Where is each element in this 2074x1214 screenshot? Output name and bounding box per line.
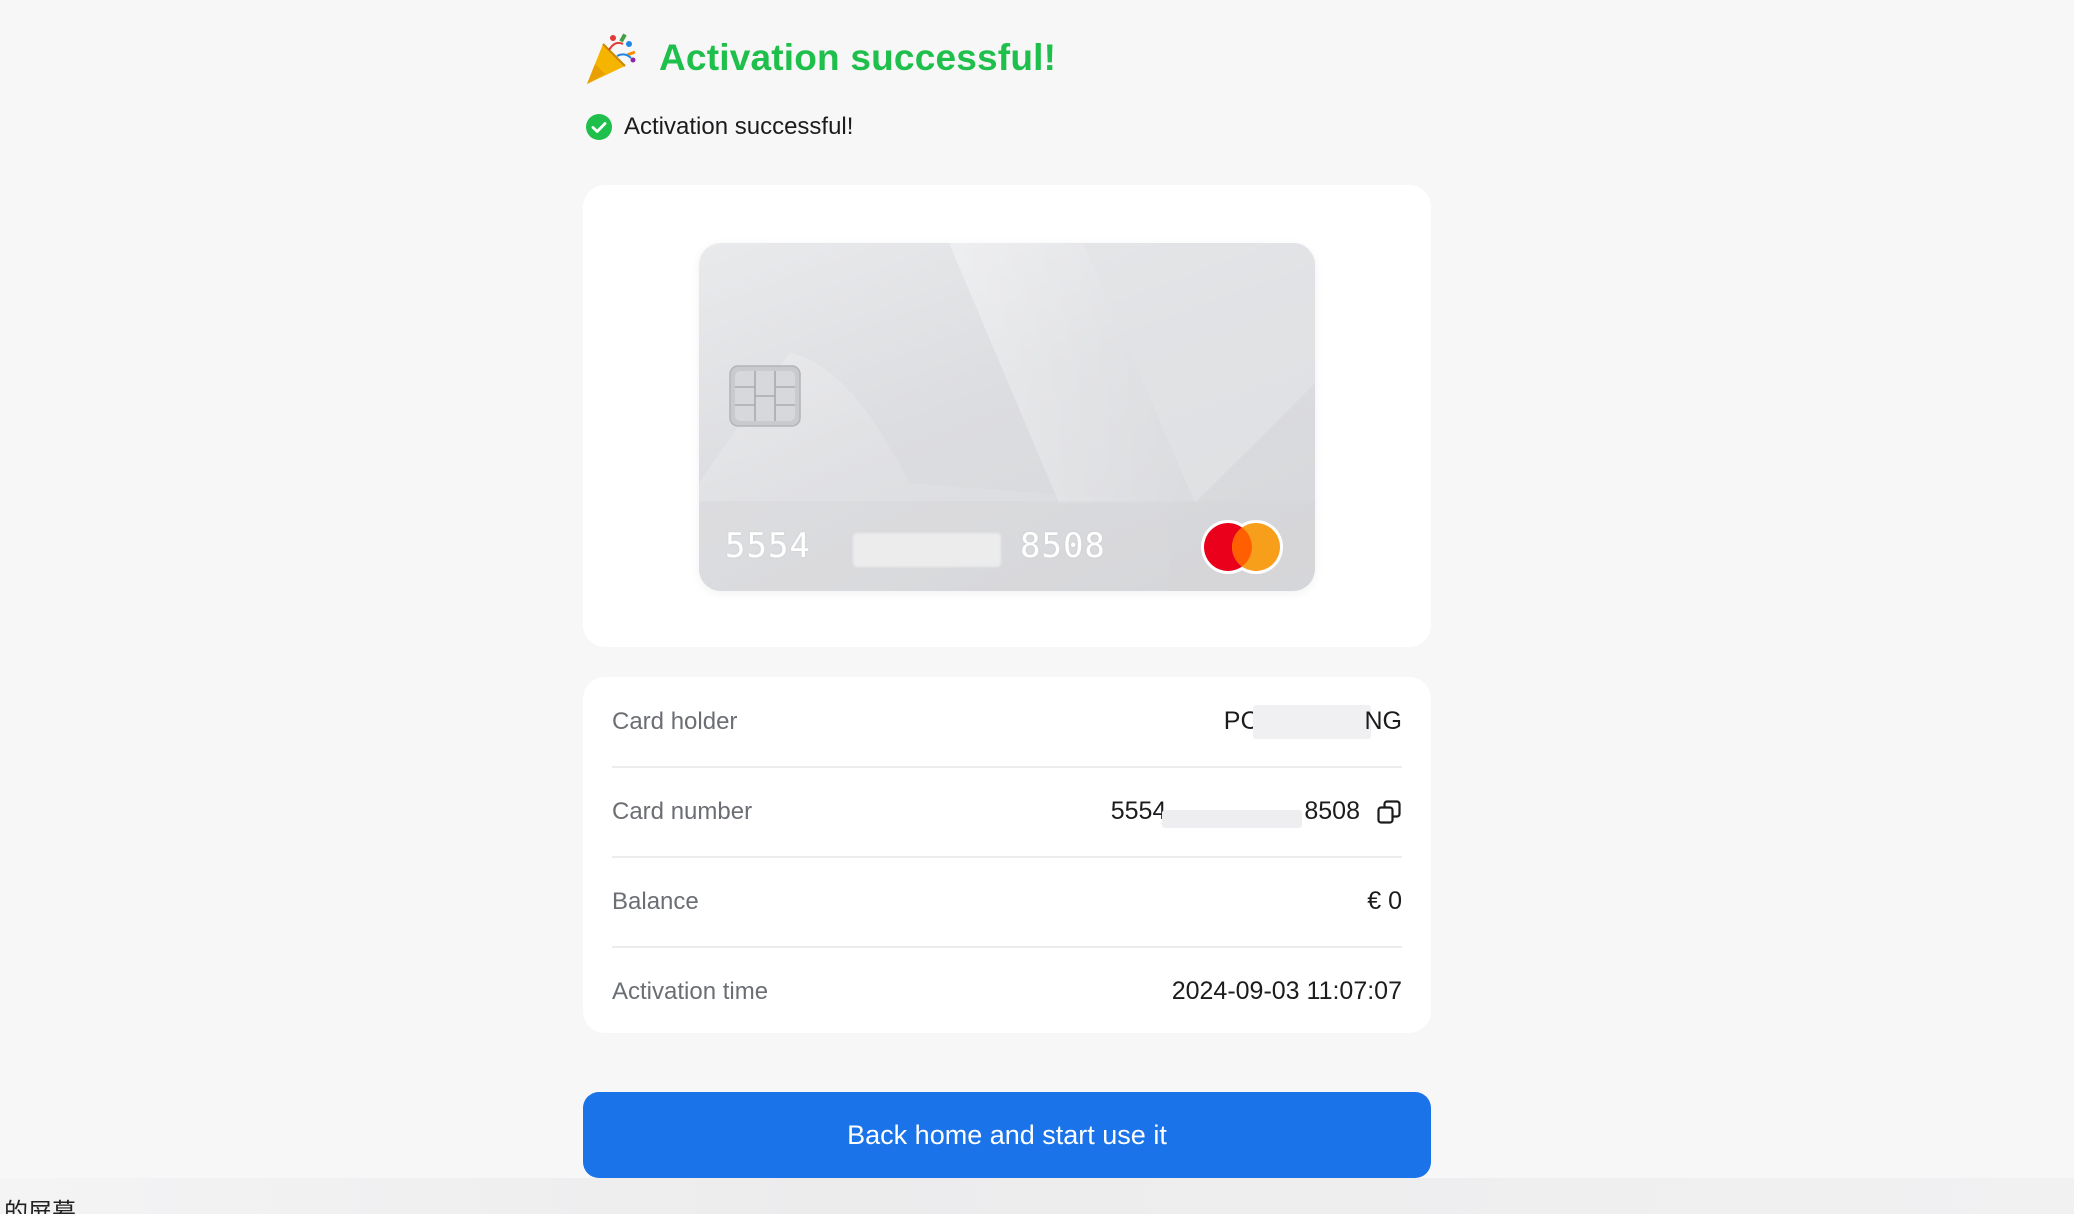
card-holder-row: Card holder PC NG [612,677,1402,768]
activation-time-value: 2024-09-03 11:07:07 [1171,977,1402,1005]
card-holder-value: PC NG [1224,704,1403,739]
card-preview-panel: 5554 8508 [583,185,1431,647]
card-number-detail-start: 5554 [1110,797,1167,825]
card-number-detail-end: 8508 [1304,797,1360,825]
activation-time-row: Activation time 2024-09-03 11:07:07 [612,947,1402,1036]
card-holder-end: NG [1364,707,1403,735]
bank-card-image: 5554 8508 [699,243,1315,591]
card-number-end: 8508 [1020,526,1106,566]
balance-value: € 0 [1367,887,1402,915]
bottom-strip [0,1178,2074,1214]
card-holder-mask [1252,704,1371,739]
activation-time-label: Activation time [612,977,769,1005]
card-number-label: Card number [612,797,753,825]
mastercard-logo-icon [1201,520,1283,574]
status-message: Activation successful! [586,111,853,143]
card-number-start: 5554 [725,526,811,566]
copy-icon[interactable] [1376,799,1402,825]
back-home-button[interactable]: Back home and start use it [583,1092,1431,1178]
status-text: Activation successful! [624,113,854,140]
check-circle-icon [586,114,612,140]
card-number-detail-mask [1162,809,1303,828]
bottom-caption: 的屏幕 [4,1198,76,1214]
activation-page: Activation successful! Activation succes… [0,0,2074,1214]
balance-row: Balance € 0 [612,857,1402,948]
card-chip-icon [729,365,801,427]
card-number-row: Card number 5554 8508 [612,767,1402,858]
page-title: Activation successful! [659,37,1057,78]
card-details-panel: Card holder PC NG Card number 5554 8508 [583,677,1431,1033]
card-holder-label: Card holder [612,707,738,735]
page-header: Activation successful! [583,28,1056,88]
balance-label: Balance [612,887,699,915]
card-number-mask [853,533,1001,567]
card-number-value: 5554 8508 [1111,796,1402,828]
party-popper-icon [587,33,636,84]
